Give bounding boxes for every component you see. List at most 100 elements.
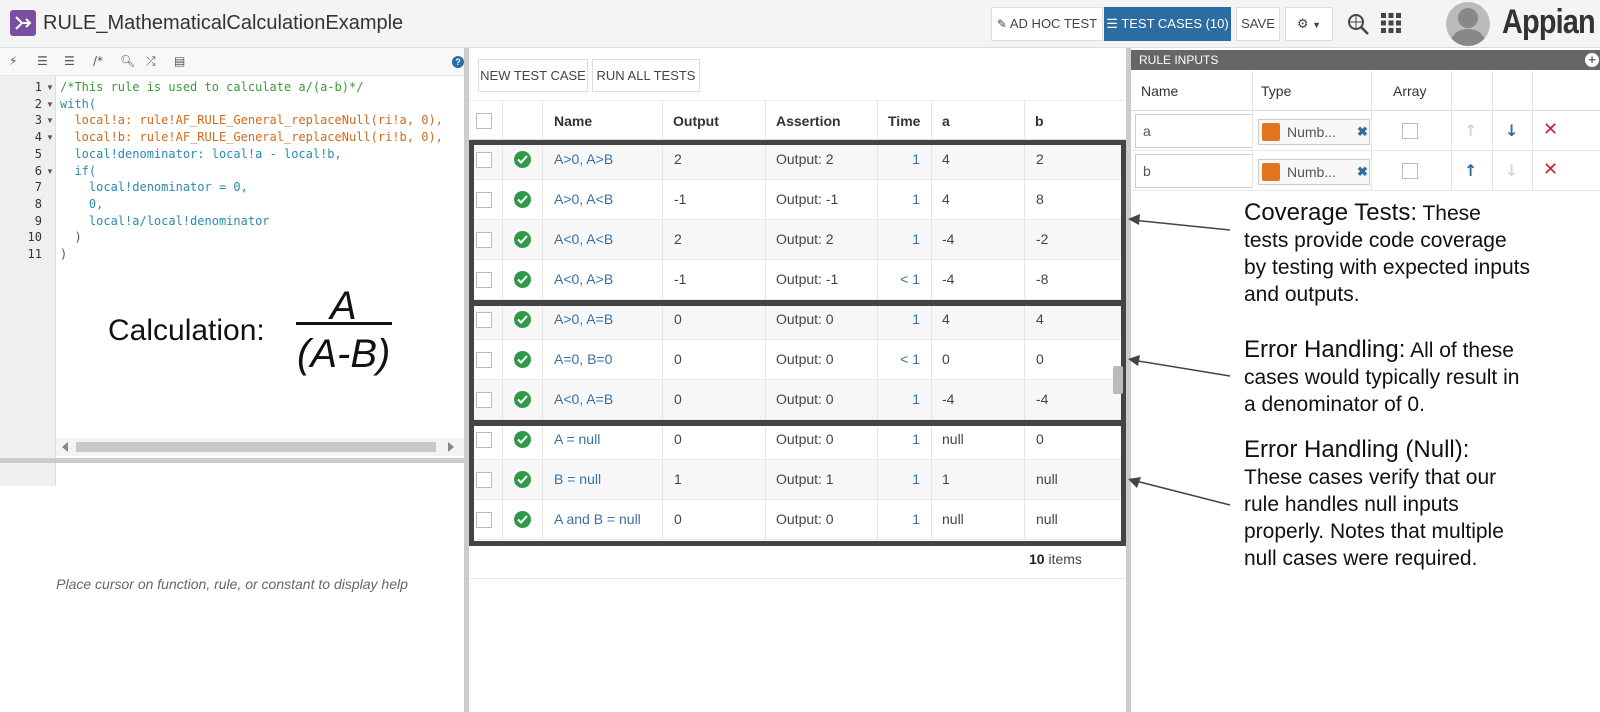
arrow-line <box>1131 479 1231 506</box>
find-replace-icon[interactable]: ▤ <box>174 54 185 68</box>
annotation-heading: Error Handling: <box>1244 336 1406 363</box>
indent-icon[interactable]: ☰ <box>37 54 48 68</box>
code-line: ) <box>60 247 68 261</box>
scroll-right-icon[interactable] <box>448 442 454 452</box>
select-all-checkbox[interactable] <box>476 113 492 129</box>
arrow-line <box>1131 359 1231 377</box>
outdent-icon[interactable]: ☰ <box>64 54 75 68</box>
rule-inputs-header: RULE INPUTS + <box>1131 50 1600 70</box>
column-header-name: Name <box>1141 83 1179 99</box>
fold-arrow-icon[interactable]: ▼ <box>46 83 54 92</box>
array-checkbox[interactable] <box>1402 163 1418 179</box>
input-type-picker[interactable]: Numb... ✖ <box>1258 119 1370 145</box>
avatar-body <box>1451 29 1485 46</box>
run-all-tests-button[interactable]: RUN ALL TESTS <box>592 59 700 92</box>
code-line: local!denominator = 0, <box>60 180 248 195</box>
editor-toolbar: ⚡ ☰ ☰ /* 🔍︎ ⤮ ▤ ? <box>0 48 464 76</box>
arrow-head <box>1128 355 1140 366</box>
line-number: 8 <box>34 196 42 211</box>
add-input-icon[interactable]: + <box>1585 53 1599 67</box>
rule-icon <box>10 10 36 36</box>
move-up-icon[interactable]: ↑ <box>1464 121 1477 140</box>
move-down-icon[interactable]: ↓ <box>1505 121 1518 140</box>
input-name-field[interactable]: a <box>1135 114 1253 148</box>
delete-icon[interactable]: ✕ <box>1543 159 1558 180</box>
code-line: local!b: rule!AF_RULE_General_replaceNul… <box>60 130 443 145</box>
arrow-line <box>1131 219 1231 231</box>
search-globe-icon[interactable] <box>1346 12 1370 36</box>
avatar[interactable] <box>1446 2 1490 46</box>
annotation-coverage-tests: Coverage Tests: These tests provide code… <box>1244 199 1530 308</box>
move-down-icon[interactable]: ↓ <box>1505 161 1518 180</box>
help-icon[interactable]: ? <box>452 56 464 68</box>
input-type-label: Numb... <box>1287 164 1337 180</box>
rule-input-row: a Numb... ✖ ↑ ↓ ✕ <box>1131 111 1600 151</box>
line-number: 6 <box>34 163 42 178</box>
code-line: local!a: rule!AF_RULE_General_replaceNul… <box>60 113 443 128</box>
scrollbar-thumb[interactable] <box>76 442 436 452</box>
horizontal-scrollbar[interactable] <box>56 438 464 456</box>
clear-type-icon[interactable]: ✖ <box>1357 160 1368 184</box>
apps-grid-icon[interactable] <box>1380 12 1404 36</box>
fold-arrow-icon[interactable]: ▼ <box>46 133 54 142</box>
item-count-number: 10 <box>1029 551 1045 567</box>
fold-arrow-icon[interactable]: ▼ <box>46 167 54 176</box>
column-header-a: a <box>942 113 950 129</box>
collapse-panel-handle[interactable] <box>1113 366 1123 394</box>
array-checkbox[interactable] <box>1402 123 1418 139</box>
fraction-denominator: (A-B) <box>297 332 391 376</box>
test-cases-button[interactable]: ☰ TEST CASES (10) <box>1104 7 1231 41</box>
settings-menu-button[interactable]: ⚙ ▼ <box>1285 7 1333 41</box>
column-header-type: Type <box>1261 83 1292 99</box>
gear-icon: ⚙ <box>1296 17 1309 32</box>
clear-type-icon[interactable]: ✖ <box>1357 120 1368 144</box>
code-line: with( <box>60 96 97 111</box>
code-editor[interactable]: /*This rule is used to calculate a/(a-b)… <box>60 76 464 486</box>
annotation-body: These cases verify that our <box>1244 466 1497 489</box>
error-handling-group-box <box>469 300 1126 426</box>
column-divider <box>1371 71 1372 191</box>
chevron-down-icon: ▼ <box>1312 20 1322 30</box>
line-number: 10 <box>27 230 42 245</box>
column-divider <box>1252 71 1253 191</box>
number-type-icon <box>1262 123 1280 141</box>
line-number: 11 <box>27 247 42 261</box>
coverage-tests-group-box <box>469 140 1126 306</box>
new-test-case-button[interactable]: NEW TEST CASE <box>478 59 588 92</box>
delete-icon[interactable]: ✕ <box>1543 119 1558 140</box>
code-line: /*This rule is used to calculate a/(a-b)… <box>60 80 364 94</box>
annotation-body: These <box>1416 202 1481 225</box>
null-handling-group-box <box>469 420 1126 546</box>
save-button[interactable]: SAVE <box>1236 7 1280 41</box>
shuffle-icon[interactable]: ⤮ <box>146 54 156 69</box>
move-up-icon[interactable]: ↑ <box>1464 161 1477 180</box>
fold-arrow-icon[interactable]: ▼ <box>46 116 54 125</box>
magic-wand-icon[interactable]: ⚡ <box>9 54 17 68</box>
code-line: local!denominator: local!a - local!b, <box>60 146 342 161</box>
fold-arrow-icon[interactable]: ▼ <box>46 100 54 109</box>
scroll-left-icon[interactable] <box>62 442 68 452</box>
page-title: RULE_MathematicalCalculationExample <box>43 12 404 34</box>
item-count-label: items <box>1048 551 1082 567</box>
line-number: 9 <box>34 213 42 228</box>
table-bottom-divider <box>469 578 1126 579</box>
ad-hoc-test-button[interactable]: ✎ AD HOC TEST <box>991 7 1103 41</box>
number-type-icon <box>1262 163 1280 181</box>
annotation-body: tests provide code coverage <box>1244 229 1507 252</box>
help-hint-text: Place cursor on function, rule, or const… <box>56 576 408 592</box>
column-header-time: Time <box>888 113 921 129</box>
panel-splitter[interactable] <box>0 458 464 463</box>
rule-inputs-table-header: Name Type Array <box>1131 71 1600 111</box>
annotation-body: All of these <box>1405 339 1514 362</box>
line-number: 3 <box>34 113 42 128</box>
comment-icon[interactable]: /* <box>93 54 103 68</box>
input-name-field[interactable]: b <box>1135 154 1253 188</box>
input-type-picker[interactable]: Numb... ✖ <box>1258 159 1370 185</box>
code-line: local!a/local!denominator <box>60 213 270 228</box>
annotation-body: a denominator of 0. <box>1244 393 1425 416</box>
line-number: 1 <box>34 80 42 94</box>
line-number-gutter: 1 ▼ 2 ▼ 3 ▼ 4 ▼ 5 6 ▼ 7 8 9 10 11 <box>0 76 56 486</box>
list-icon: ☰ <box>1106 16 1118 31</box>
input-type-label: Numb... <box>1287 124 1337 140</box>
search-icon[interactable]: 🔍︎ <box>120 54 135 68</box>
